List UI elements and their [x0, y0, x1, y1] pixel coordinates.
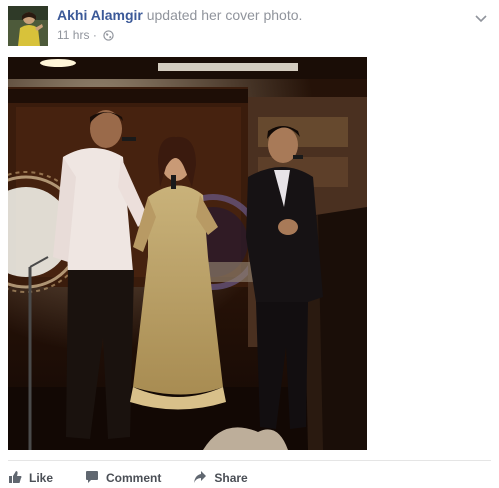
- like-button[interactable]: Like: [8, 468, 53, 488]
- timestamp-link[interactable]: 11 hrs: [57, 28, 89, 42]
- meta-separator: ·: [92, 28, 97, 42]
- facebook-post: Akhi Alamgir updated her cover photo. 11…: [0, 0, 499, 485]
- comment-label: Comment: [106, 471, 162, 485]
- post-header: Akhi Alamgir updated her cover photo.: [57, 6, 302, 24]
- share-button[interactable]: Share: [193, 468, 248, 488]
- like-label: Like: [29, 471, 54, 485]
- share-label: Share: [214, 471, 248, 485]
- comment-button[interactable]: Comment: [85, 468, 161, 488]
- chevron-down-icon[interactable]: [475, 10, 487, 28]
- share-icon: [193, 470, 207, 487]
- post-action-text: updated her cover photo.: [146, 7, 303, 23]
- post-actions-bar: Like Comment Share: [8, 468, 280, 488]
- globe-icon[interactable]: [103, 29, 114, 45]
- comment-icon: [85, 470, 99, 487]
- avatar[interactable]: [8, 6, 48, 46]
- actions-divider: [8, 460, 491, 461]
- thumbs-up-icon: [8, 470, 22, 487]
- post-meta: 11 hrs ·: [57, 27, 114, 45]
- author-name-link[interactable]: Akhi Alamgir: [57, 7, 143, 23]
- cover-photo[interactable]: [8, 57, 367, 450]
